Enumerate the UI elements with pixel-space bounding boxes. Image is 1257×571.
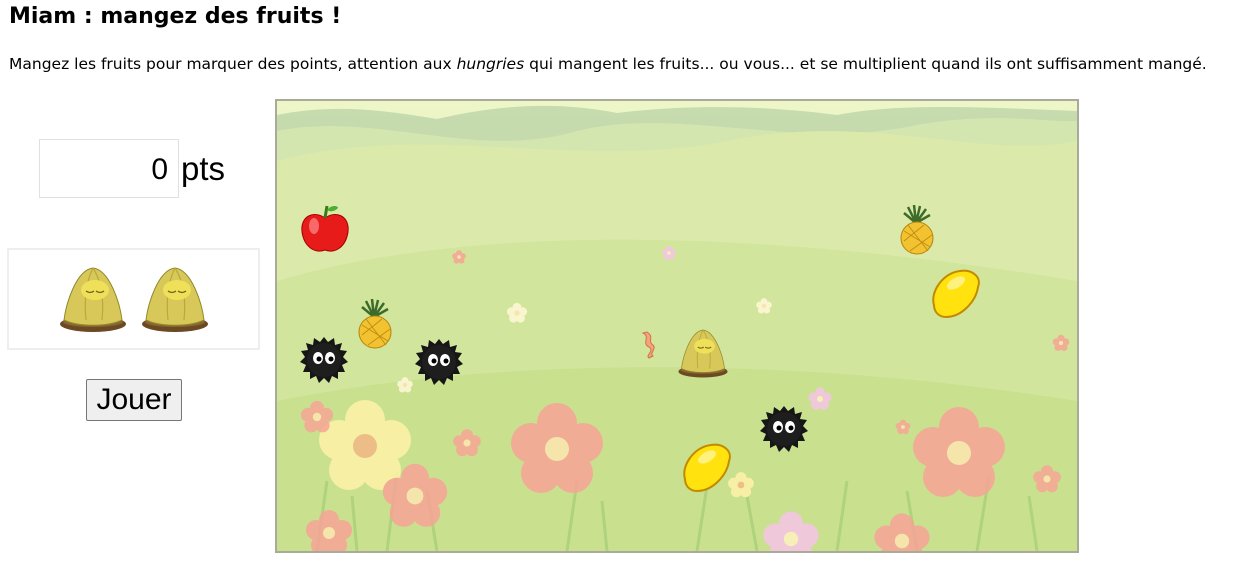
play-button[interactable]: Jouer xyxy=(86,379,182,421)
pineapple-icon xyxy=(358,299,392,349)
apple-icon xyxy=(301,205,349,252)
lemon-icon xyxy=(683,443,731,493)
bacon-icon xyxy=(641,331,655,359)
score-panel: 0 pts xyxy=(39,139,225,198)
lives-panel xyxy=(7,248,260,350)
hungry-creature-icon xyxy=(300,337,348,383)
score-value: 0 xyxy=(39,139,179,198)
intro-text: Mangez les fruits pour marquer des point… xyxy=(9,55,1207,73)
game-canvas[interactable] xyxy=(275,99,1079,553)
pineapple-icon xyxy=(900,205,934,255)
hungry-creature-icon xyxy=(760,406,808,452)
life-creature-icon xyxy=(59,267,126,332)
lemon-icon xyxy=(932,269,980,319)
life-creature-icon xyxy=(141,267,208,332)
intro-text-start: Mangez les fruits pour marquer des point… xyxy=(9,55,457,73)
hungry-creature-icon xyxy=(415,339,463,385)
intro-text-end: qui mangent les fruits... ou vous... et … xyxy=(524,55,1207,73)
intro-text-hungries: hungries xyxy=(456,55,525,73)
score-unit: pts xyxy=(181,149,226,187)
player-creature-icon xyxy=(678,329,728,378)
page-title: Miam : mangez des fruits ! xyxy=(9,4,342,29)
